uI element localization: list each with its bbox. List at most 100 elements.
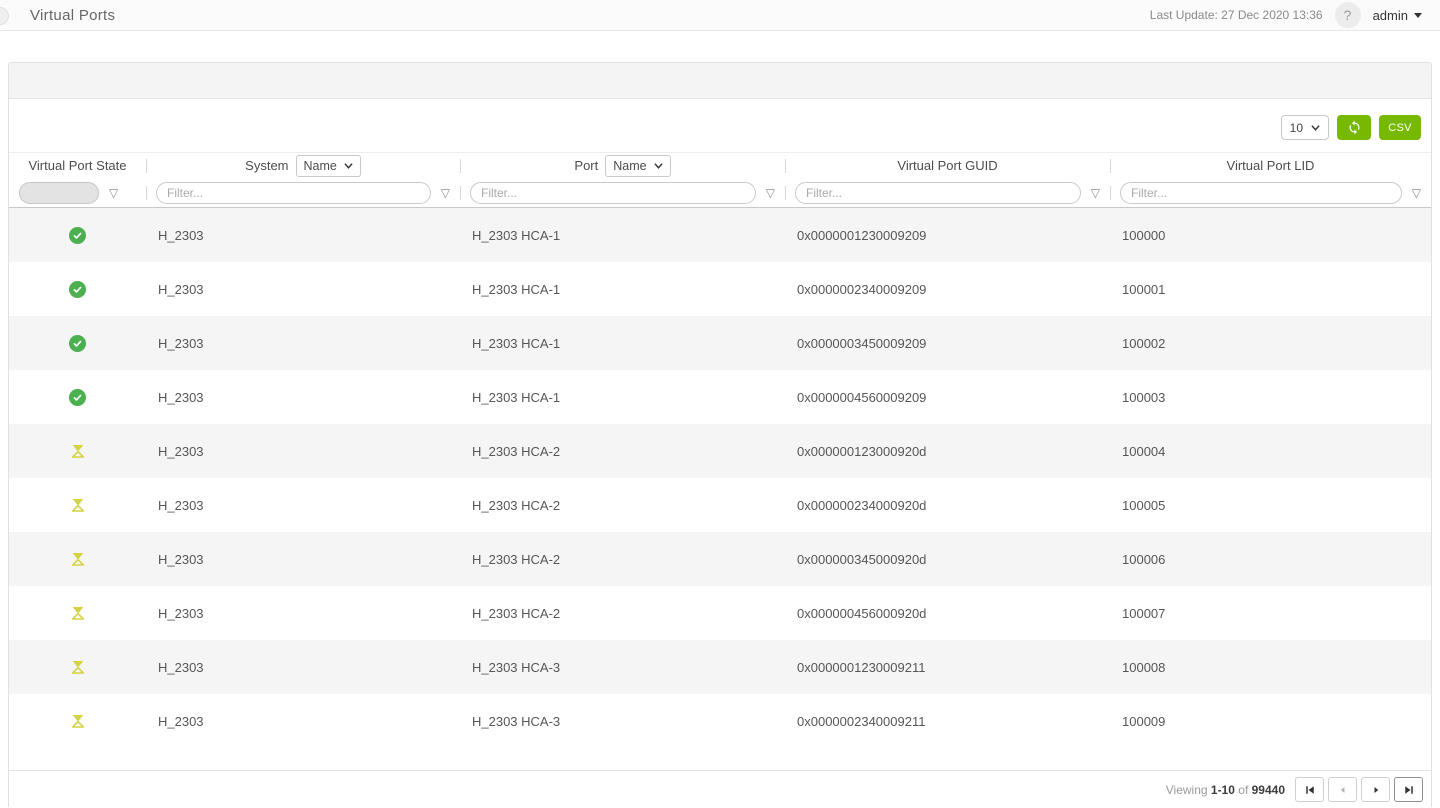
lid-cell: 100006 [1110,552,1431,567]
guid-cell: 0x000000123000920d [785,444,1110,459]
check-circle-icon [69,227,86,244]
state-cell [9,713,146,729]
funnel-icon[interactable]: ▽ [441,187,450,199]
topbar: Virtual Ports Last Update: 27 Dec 2020 1… [0,0,1440,31]
port-cell: H_2303 HCA-1 [460,336,785,351]
lid-filter-input[interactable] [1120,182,1402,204]
viewing-range: 1-10 [1211,783,1235,797]
state-cell [9,335,146,352]
table-row[interactable]: H_2303 H_2303 HCA-1 0x0000003450009209 1… [9,316,1431,370]
sync-arrows-icon [1347,120,1362,135]
system-cell: H_2303 [146,498,460,513]
guid-cell: 0x0000001230009209 [785,228,1110,243]
export-csv-button[interactable]: CSV [1379,115,1421,140]
state-cell [9,605,146,621]
caret-right-icon [1370,784,1382,796]
state-cell [9,443,146,459]
table-row[interactable]: H_2303 H_2303 HCA-2 0x000000123000920d 1… [9,424,1431,478]
system-filter-input[interactable] [156,182,431,204]
system-cell: H_2303 [146,606,460,621]
menu-toggle-icon[interactable] [0,7,9,25]
table-row[interactable]: H_2303 H_2303 HCA-2 0x000000456000920d 1… [9,586,1431,640]
skip-to-last-icon [1403,784,1415,796]
chevron-down-icon [1414,13,1422,18]
port-field-select[interactable]: Name [605,155,670,177]
hourglass-icon [70,497,86,513]
page-size-value: 10 [1290,121,1303,135]
lid-cell: 100000 [1110,228,1431,243]
column-header-lid: Virtual Port LID [1110,153,1431,178]
first-page-button[interactable] [1295,777,1324,802]
check-circle-icon [69,281,86,298]
lid-cell: 100002 [1110,336,1431,351]
last-update-text: Last Update: 27 Dec 2020 13:36 [1150,8,1323,22]
port-cell: H_2303 HCA-3 [460,660,785,675]
lid-cell: 100005 [1110,498,1431,513]
prev-page-button[interactable] [1328,777,1357,802]
table-toolbar: 10 CSV [9,115,1421,140]
pager [1295,777,1423,802]
lid-cell: 100001 [1110,282,1431,297]
table-row[interactable]: H_2303 H_2303 HCA-3 0x0000001230009211 1… [9,640,1431,694]
guid-cell: 0x0000002340009211 [785,714,1110,729]
port-cell: H_2303 HCA-3 [460,714,785,729]
help-icon[interactable]: ? [1335,2,1361,28]
guid-cell: 0x000000456000920d [785,606,1110,621]
port-cell: H_2303 HCA-2 [460,606,785,621]
filter-cell-lid: ▽ [1110,178,1431,207]
port-cell: H_2303 HCA-1 [460,390,785,405]
funnel-icon[interactable]: ▽ [766,187,775,199]
guid-cell: 0x0000001230009211 [785,660,1110,675]
virtual-ports-panel: 10 CSV Virtual Port State System Name Po… [8,62,1432,807]
lid-cell: 100009 [1110,714,1431,729]
guid-cell: 0x0000003450009209 [785,336,1110,351]
table-row[interactable]: H_2303 H_2303 HCA-2 0x000000345000920d 1… [9,532,1431,586]
lid-cell: 100003 [1110,390,1431,405]
system-cell: H_2303 [146,390,460,405]
panel-header-bar [9,63,1431,99]
guid-cell: 0x0000004560009209 [785,390,1110,405]
port-cell: H_2303 HCA-2 [460,498,785,513]
table-row[interactable]: H_2303 H_2303 HCA-3 0x0000002340009211 1… [9,694,1431,748]
table-row[interactable]: H_2303 H_2303 HCA-1 0x0000002340009209 1… [9,262,1431,316]
viewing-total: 99440 [1252,783,1285,797]
system-cell: H_2303 [146,282,460,297]
table-row[interactable]: H_2303 H_2303 HCA-1 0x0000001230009209 1… [9,208,1431,262]
table-row[interactable]: H_2303 H_2303 HCA-1 0x0000004560009209 1… [9,370,1431,424]
refresh-button[interactable] [1337,115,1371,140]
hourglass-icon [70,605,86,621]
skip-to-first-icon [1304,784,1316,796]
page-size-select[interactable]: 10 [1281,115,1329,140]
hourglass-icon [70,713,86,729]
column-header-state: Virtual Port State [9,153,146,178]
funnel-icon[interactable]: ▽ [1412,187,1421,199]
next-page-button[interactable] [1361,777,1390,802]
state-cell [9,659,146,675]
table-header-row: Virtual Port State System Name Port Name… [9,152,1431,178]
port-cell: H_2303 HCA-1 [460,282,785,297]
system-cell: H_2303 [146,444,460,459]
funnel-icon[interactable]: ▽ [109,187,118,199]
port-cell: H_2303 HCA-2 [460,552,785,567]
lid-cell: 100004 [1110,444,1431,459]
state-cell [9,497,146,513]
user-name: admin [1373,8,1408,23]
funnel-icon[interactable]: ▽ [1091,187,1100,199]
guid-cell: 0x000000345000920d [785,552,1110,567]
viewing-summary: Viewing 1-10 of 99440 [1166,783,1285,797]
filter-cell-system: ▽ [146,178,460,207]
port-filter-input[interactable] [470,182,756,204]
hourglass-icon [70,443,86,459]
table-row[interactable]: H_2303 H_2303 HCA-2 0x000000234000920d 1… [9,478,1431,532]
last-page-button[interactable] [1394,777,1423,802]
lid-cell: 100008 [1110,660,1431,675]
state-filter-input [19,182,99,204]
state-cell [9,389,146,406]
hourglass-icon [70,659,86,675]
table-body: H_2303 H_2303 HCA-1 0x0000001230009209 1… [9,208,1431,748]
guid-filter-input[interactable] [795,182,1081,204]
system-field-select[interactable]: Name [296,155,361,177]
guid-cell: 0x0000002340009209 [785,282,1110,297]
user-menu[interactable]: admin [1373,8,1422,23]
filter-cell-port: ▽ [460,178,785,207]
